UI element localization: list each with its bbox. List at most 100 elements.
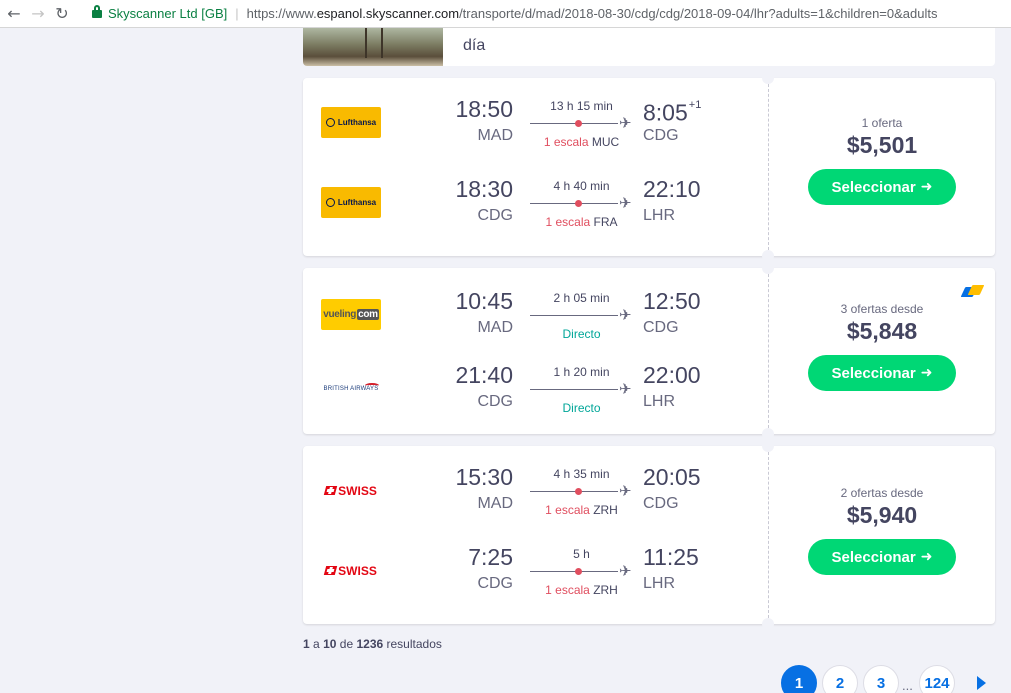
reload-icon[interactable]: ↻ bbox=[50, 2, 74, 26]
day-offset: +1 bbox=[688, 99, 702, 111]
card-notch bbox=[762, 262, 774, 274]
swiss-logo: SWISS bbox=[321, 555, 381, 586]
select-button-label: Seleccionar bbox=[831, 548, 916, 566]
pagination-ellipsis: ... bbox=[902, 677, 913, 693]
duration: 1 h 20 min bbox=[553, 365, 610, 379]
url-text: https://www.espanol.skyscanner.com/trans… bbox=[246, 5, 938, 21]
select-button[interactable]: Seleccionar ➜ bbox=[808, 539, 956, 575]
stop-count: 1 escala bbox=[545, 583, 590, 597]
lock-icon bbox=[92, 5, 102, 18]
result-card[interactable]: Lufthansa 18:50 MAD 13 h 15 min ✈ 1 escala MU… bbox=[303, 72, 995, 262]
departure-time: 7:25 bbox=[468, 544, 513, 570]
pagination: 1 2 3 ... 124 bbox=[781, 665, 986, 693]
result-card[interactable]: vueling com 10:45 MAD 2 h 05 min ✈ Directo 12:5… bbox=[303, 262, 995, 440]
lufthansa-logo: Lufthansa bbox=[321, 107, 381, 138]
address-bar[interactable]: Skyscanner Ltd [GB] | https://www.espano… bbox=[84, 1, 1011, 25]
british-airways-logo: BRITISH AIRWAYS bbox=[321, 373, 381, 404]
destination-card[interactable]: día bbox=[303, 28, 995, 66]
plane-icon: ✈ bbox=[619, 306, 632, 324]
plane-icon: ✈ bbox=[619, 482, 632, 500]
stop-count: 1 escala bbox=[543, 135, 589, 149]
offers-count: 1 oferta bbox=[861, 116, 903, 130]
page-last-button[interactable]: 124 bbox=[919, 665, 955, 693]
card-notch bbox=[762, 428, 774, 440]
flight-path: 5 h ✈ 1 escala ZRH bbox=[530, 544, 633, 604]
arrival-time: 12:50 bbox=[643, 288, 701, 314]
arrow-right-icon: ➜ bbox=[920, 179, 933, 195]
arrival: 12:50 CDG bbox=[643, 288, 713, 338]
card-notch bbox=[762, 618, 774, 630]
page-2-button[interactable]: 2 bbox=[822, 665, 858, 693]
route-line bbox=[530, 571, 618, 572]
price-panel: 2 ofertas desde $5,940 Seleccionar ➜ bbox=[769, 486, 995, 575]
stops-info: 1 escala FRA bbox=[530, 215, 633, 229]
plane-icon: ✈ bbox=[619, 114, 632, 132]
departure: 10:45 MAD bbox=[443, 288, 513, 338]
arrival: 22:00 LHR bbox=[643, 362, 713, 412]
back-arrow-icon[interactable]: ← bbox=[2, 2, 26, 26]
site-identity: Skyscanner Ltd [GB] bbox=[108, 5, 228, 21]
next-page-icon[interactable] bbox=[977, 676, 986, 690]
arrival-time: 11:25 bbox=[643, 544, 699, 570]
result-card[interactable]: SWISS 15:30 MAD 4 h 35 min ✈ 1 escala ZRH 20:0… bbox=[303, 440, 995, 630]
flight-leg: SWISS 15:30 MAD 4 h 35 min ✈ 1 escala ZRH 20:0… bbox=[303, 464, 768, 524]
page-1-button[interactable]: 1 bbox=[781, 665, 817, 693]
flight-leg: BRITISH AIRWAYS 21:40 CDG 1 h 20 min ✈ Direct… bbox=[303, 362, 768, 422]
flight-path: 4 h 40 min ✈ 1 escala FRA bbox=[530, 176, 633, 236]
duration: 4 h 35 min bbox=[553, 467, 610, 481]
departure: 18:50 MAD bbox=[443, 96, 513, 146]
stop-count: 1 escala bbox=[545, 215, 591, 229]
stops-info: 1 escala ZRH bbox=[530, 583, 633, 597]
page-3-button[interactable]: 3 bbox=[863, 665, 899, 693]
address-separator: | bbox=[235, 5, 239, 21]
vueling-logo: vueling com bbox=[321, 299, 381, 330]
duration: 2 h 05 min bbox=[553, 291, 610, 305]
stop-airport: FRA bbox=[593, 215, 618, 229]
arrival-airport: LHR bbox=[643, 393, 676, 410]
destination-thumbnail bbox=[303, 28, 443, 66]
route-line bbox=[530, 389, 618, 390]
select-button[interactable]: Seleccionar ➜ bbox=[808, 355, 956, 391]
offers-count: 3 ofertas desde bbox=[840, 302, 924, 316]
arrival-airport: CDG bbox=[643, 127, 679, 144]
stop-airport: ZRH bbox=[593, 503, 618, 517]
flight-path: 1 h 20 min ✈ Directo bbox=[530, 362, 633, 422]
price: $5,940 bbox=[846, 502, 918, 528]
tickets-icon bbox=[960, 284, 985, 298]
arrow-right-icon: ➜ bbox=[920, 365, 933, 381]
direct-label: Directo bbox=[562, 401, 601, 415]
forward-arrow-icon[interactable]: → bbox=[26, 2, 50, 26]
departure-airport: CDG bbox=[477, 207, 513, 224]
price-panel: 1 oferta $5,501 Seleccionar ➜ bbox=[769, 116, 995, 205]
departure-time: 21:40 bbox=[455, 362, 513, 388]
card-notch bbox=[762, 72, 774, 84]
swiss-logo: SWISS bbox=[321, 475, 381, 506]
arrow-right-icon: ➜ bbox=[920, 549, 933, 565]
plane-icon: ✈ bbox=[619, 380, 632, 398]
lufthansa-logo: Lufthansa bbox=[321, 187, 381, 218]
stop-airport: MUC bbox=[591, 135, 620, 149]
arrival-airport: LHR bbox=[643, 575, 676, 592]
price: $5,501 bbox=[846, 132, 918, 158]
flight-leg: Lufthansa 18:50 MAD 13 h 15 min ✈ 1 escala MU… bbox=[303, 96, 768, 156]
departure-airport: MAD bbox=[477, 127, 513, 144]
route-line bbox=[530, 315, 618, 316]
departure-airport: CDG bbox=[477, 575, 513, 592]
flight-leg: vueling com 10:45 MAD 2 h 05 min ✈ Directo 12:5… bbox=[303, 288, 768, 348]
arrival: 20:05 CDG bbox=[643, 464, 713, 514]
card-notch bbox=[762, 440, 774, 452]
stop-dot bbox=[575, 200, 582, 207]
route-line bbox=[530, 491, 618, 492]
stop-dot bbox=[575, 488, 582, 495]
duration: 5 h bbox=[573, 547, 590, 561]
stops-info: 1 escala MUC bbox=[530, 135, 633, 149]
departure-time: 18:50 bbox=[455, 96, 513, 122]
select-button[interactable]: Seleccionar ➜ bbox=[808, 169, 956, 205]
route-line bbox=[530, 203, 618, 204]
select-button-label: Seleccionar bbox=[831, 364, 916, 382]
arrival-airport: CDG bbox=[643, 319, 679, 336]
flight-leg: Lufthansa 18:30 CDG 4 h 40 min ✈ 1 escala FRA… bbox=[303, 176, 768, 236]
card-notch bbox=[762, 250, 774, 262]
departure: 7:25 CDG bbox=[443, 544, 513, 594]
plane-icon: ✈ bbox=[619, 194, 632, 212]
